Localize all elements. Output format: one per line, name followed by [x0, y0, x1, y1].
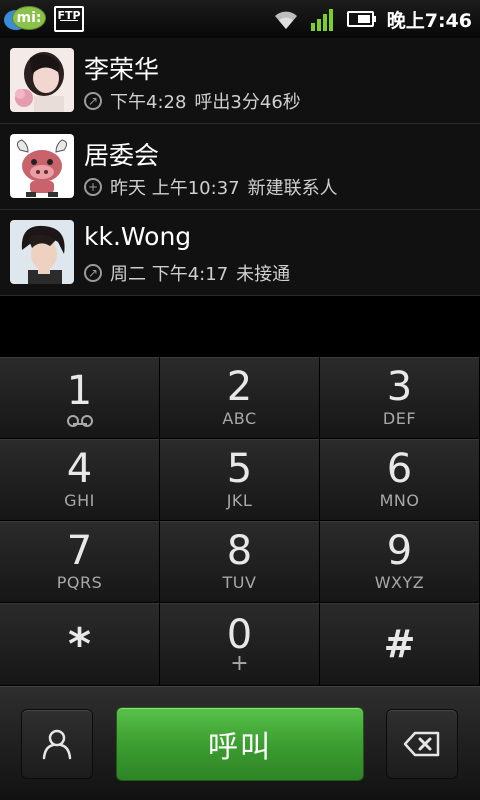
mi-message-icon: mi:: [4, 4, 46, 34]
dial-key-1[interactable]: 1: [0, 357, 160, 439]
missed-arrow-icon: ↗: [84, 264, 102, 282]
key-digit: 8: [226, 528, 253, 574]
wifi-icon: [274, 11, 297, 29]
key-digit: 5: [226, 446, 253, 492]
status-bar: mi: FTP 晚上7:46: [0, 0, 480, 38]
key-digit: 6: [386, 446, 413, 492]
dial-key-2[interactable]: 2 ABC: [160, 357, 320, 439]
contact-avatar: [10, 134, 74, 198]
contact-name: kk.Wong: [84, 222, 192, 251]
key-letters: GHI: [64, 491, 95, 510]
call-log-list: 李荣华 ↗ 下午4:28 呼出3分46秒 居委会 + 昨天 上午10:37 新建…: [0, 38, 480, 296]
clock-time: 晚上7:46: [386, 9, 472, 32]
call-button[interactable]: 呼叫: [116, 707, 364, 781]
call-meta: ↗ 周二 下午4:17 未接通: [84, 260, 290, 286]
add-contact-icon: +: [84, 178, 102, 196]
dialpad: 1 2 ABC 3 DEF 4 GHI 5 JKL 6 MNO 7 PQRS 8…: [0, 357, 480, 686]
key-digit: 2: [226, 364, 253, 410]
call-time: 下午4:28: [110, 92, 187, 113]
call-detail: 新建联系人: [247, 178, 338, 199]
key-digit: 1: [66, 367, 93, 414]
dial-key-9[interactable]: 9 WXYZ: [320, 521, 480, 603]
call-log-row[interactable]: 居委会 + 昨天 上午10:37 新建联系人: [0, 124, 480, 210]
dial-key-0[interactable]: 0 +: [160, 603, 320, 686]
key-letters: +: [230, 651, 249, 676]
key-digit: 3: [386, 364, 413, 410]
dial-key-hash[interactable]: #: [320, 603, 480, 686]
call-meta: ↗ 下午4:28 呼出3分46秒: [84, 88, 301, 114]
call-detail: 未接通: [236, 264, 291, 285]
dial-key-8[interactable]: 8 TUV: [160, 521, 320, 603]
key-digit: #: [383, 622, 416, 666]
dial-key-4[interactable]: 4 GHI: [0, 439, 160, 521]
action-bar: 呼叫: [0, 686, 480, 800]
mi-badge-label: mi:: [12, 6, 46, 30]
backspace-icon: [403, 731, 440, 757]
key-letters: MNO: [379, 491, 420, 510]
key-digit: 4: [66, 446, 93, 492]
key-letters: ABC: [222, 409, 257, 428]
outgoing-arrow-icon: ↗: [84, 92, 102, 110]
key-letters: DEF: [382, 409, 417, 428]
key-letters: TUV: [222, 573, 257, 592]
contact-name: 李荣华: [84, 55, 160, 84]
key-letters: WXYZ: [374, 573, 425, 592]
call-meta: + 昨天 上午10:37 新建联系人: [84, 174, 338, 200]
dial-key-5[interactable]: 5 JKL: [160, 439, 320, 521]
call-time: 昨天 上午10:37: [110, 178, 240, 199]
key-digit: 9: [386, 528, 413, 574]
dial-key-3[interactable]: 3 DEF: [320, 357, 480, 439]
contact-name: 居委会: [84, 141, 160, 170]
key-letters: JKL: [226, 491, 253, 510]
call-log-row[interactable]: kk.Wong ↗ 周二 下午4:17 未接通: [0, 210, 480, 296]
call-time: 周二 下午4:17: [110, 264, 229, 285]
dial-key-6[interactable]: 6 MNO: [320, 439, 480, 521]
key-letters: PQRS: [56, 573, 103, 592]
contact-avatar: [10, 220, 74, 284]
delete-button[interactable]: [386, 709, 458, 779]
key-digit: 0: [226, 612, 253, 658]
voicemail-icon: [66, 414, 93, 427]
key-digit: *: [67, 618, 91, 670]
ftp-icon: FTP: [54, 6, 84, 32]
dial-key-star[interactable]: *: [0, 603, 160, 686]
dial-key-7[interactable]: 7 PQRS: [0, 521, 160, 603]
contact-avatar: [10, 48, 74, 112]
call-button-label: 呼叫: [208, 730, 272, 765]
contacts-button[interactable]: [21, 709, 93, 779]
call-detail: 呼出3分46秒: [194, 92, 301, 113]
battery-icon: [346, 11, 376, 27]
call-log-row[interactable]: 李荣华 ↗ 下午4:28 呼出3分46秒: [0, 38, 480, 124]
person-icon: [42, 729, 72, 760]
key-digit: 7: [66, 528, 93, 574]
signal-strength-icon: [310, 9, 333, 31]
ftp-label: FTP: [57, 9, 81, 22]
